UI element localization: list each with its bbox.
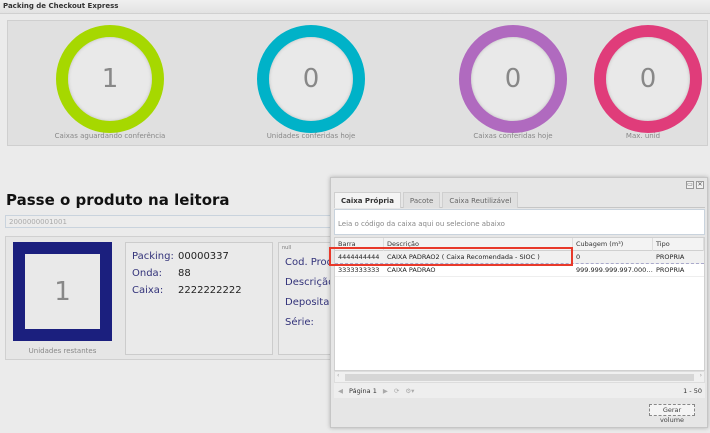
caixa-label: Caixa: [132, 285, 164, 296]
tab-pacote[interactable]: Pacote [402, 192, 441, 208]
refresh-icon[interactable]: ⟳ [394, 387, 399, 395]
next-page-icon[interactable]: ▶ [383, 387, 388, 395]
page-indicator: Página 1 [349, 386, 377, 395]
onda-value: 88 [178, 268, 191, 279]
serie-label: Série: [285, 317, 314, 328]
cell-descricao: CAIXA PADRAO [387, 266, 436, 274]
tab-bar: Caixa Própria Pacote Caixa Reutilizável [334, 192, 705, 208]
page-heading: Passe o produto na leitora [6, 191, 230, 209]
descricao-label: Descrição: [285, 277, 338, 288]
stat-ring-max-unidades: 0 [594, 25, 702, 133]
stat-ring-caixas-aguardando: 1 [56, 25, 164, 133]
tab-caixa-reutilizavel[interactable]: Caixa Reutilizável [442, 192, 519, 208]
record-count: 1 - 50 [683, 386, 702, 395]
cell-barra: 3333333333 [338, 266, 380, 274]
stat-label: Unidades conferidas hoje [266, 132, 356, 140]
recommended-box-highlight [329, 247, 573, 266]
cell-cubagem: 999.999.999.997.000,000 [576, 266, 653, 274]
remaining-units-box: 1 [13, 242, 112, 341]
box-selection-dialog: ▭ ✕ Caixa Própria Pacote Caixa Reutilizá… [330, 177, 708, 428]
gear-icon[interactable]: ⚙▾ [405, 387, 414, 395]
stat-ring-caixas-conferidas: 0 [459, 25, 567, 133]
col-tipo[interactable]: Tipo [653, 237, 704, 251]
scroll-left-icon[interactable]: ‹ [337, 372, 339, 379]
maximize-icon[interactable]: ▭ [686, 181, 694, 189]
packing-info: Packing: 00000337 Onda: 88 Caixa: 222222222… [125, 242, 273, 355]
cell-cubagem: 0 [576, 253, 581, 261]
col-cubagem[interactable]: Cubagem (m³) [573, 237, 653, 251]
box-code-input[interactable]: Leia o código da caixa aqui ou selecione… [334, 209, 705, 235]
packing-label: Packing: [132, 251, 174, 262]
window-title: Packing de Checkout Express [0, 0, 710, 14]
gerar-volume-button[interactable]: Gerar volume [649, 404, 695, 424]
cell-tipo: PROPRIA [656, 253, 685, 261]
scroll-right-icon[interactable]: › [700, 372, 702, 379]
depositante-label: Depositante: [285, 297, 350, 308]
cell-tipo: PROPRIA [656, 266, 685, 274]
stat-ring-unidades-conferidas: 0 [257, 25, 365, 133]
prev-page-icon[interactable]: ◀ [338, 387, 343, 395]
close-icon[interactable]: ✕ [696, 181, 704, 189]
caixa-value: 2222222222 [178, 285, 242, 296]
cod-produto-label: Cod. Produto: [285, 257, 353, 268]
null-text: null [282, 245, 292, 251]
paging-toolbar: ◀ Página 1 ▶ ⟳ ⚙▾ 1 - 50 [334, 383, 705, 398]
stat-label: Caixas aguardando conferência [54, 132, 166, 140]
onda-label: Onda: [132, 268, 163, 279]
horizontal-scrollbar[interactable]: ‹ › [334, 371, 705, 383]
packing-value: 00000337 [178, 251, 229, 262]
tab-caixa-propria[interactable]: Caixa Própria [334, 192, 401, 208]
remaining-units-label: Unidades restantes [28, 347, 97, 355]
stats-panel: 1 Caixas aguardando conferência 0 Unidad… [7, 20, 708, 146]
stat-label: Max. unid [625, 132, 661, 140]
